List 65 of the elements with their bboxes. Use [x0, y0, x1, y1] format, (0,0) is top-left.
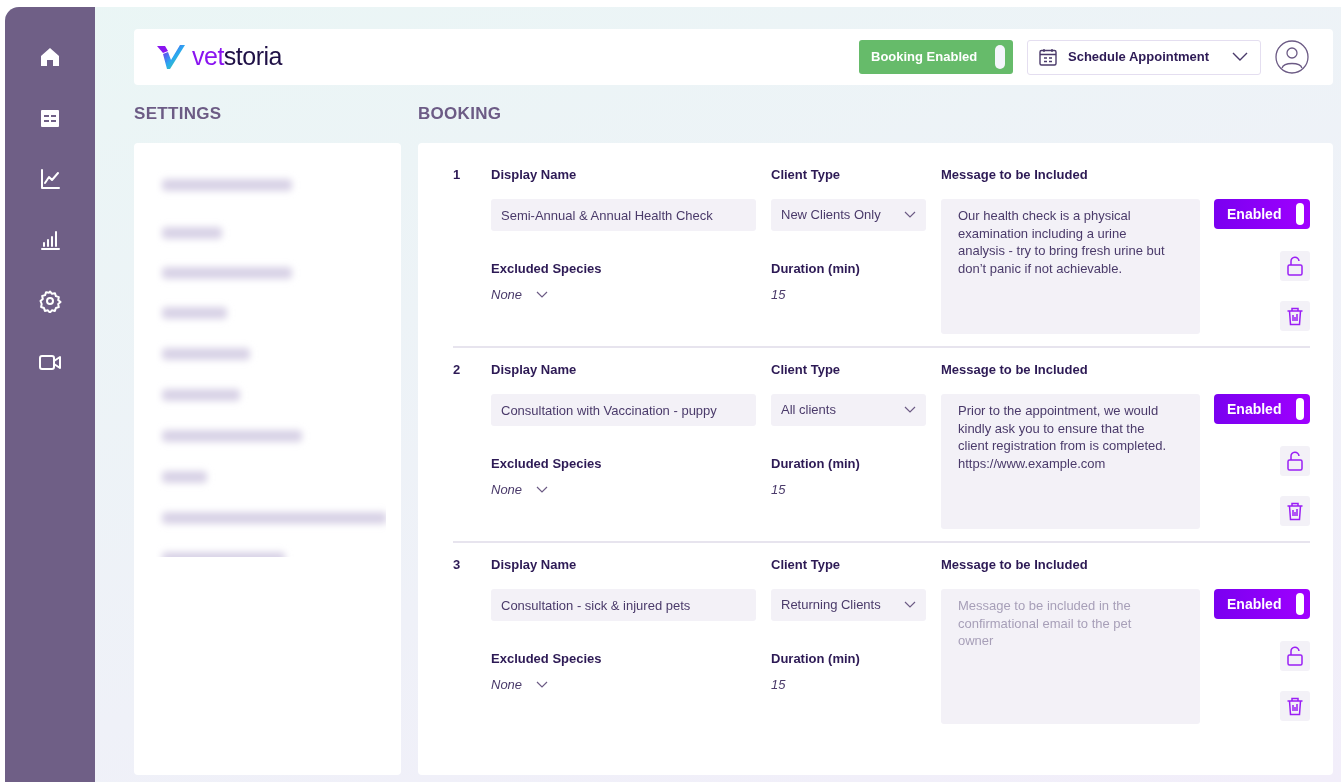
trash-icon	[1286, 696, 1304, 716]
unlock-button[interactable]	[1280, 446, 1310, 476]
settings-title: SETTINGS	[134, 103, 222, 126]
row-number: 3	[453, 557, 461, 572]
chevron-down-icon	[904, 601, 916, 609]
species-dropdown[interactable]: None	[491, 285, 549, 305]
row-number: 2	[453, 362, 461, 377]
padlock-icon	[1286, 646, 1304, 666]
field-label: Client Type	[771, 556, 842, 573]
trash-icon	[1286, 306, 1304, 326]
trash-icon	[1286, 501, 1304, 521]
enabled-toggle[interactable]: Enabled	[1214, 199, 1310, 229]
unlock-button[interactable]	[1280, 251, 1310, 281]
delete-button[interactable]	[1280, 691, 1310, 721]
enabled-toggle[interactable]: Enabled	[1214, 394, 1310, 424]
message-field[interactable]: Prior to the appointment, we would kindly ask you to ensure that the client registration from is completed. https://www.example.com	[941, 394, 1200, 529]
species-dropdown[interactable]: None	[491, 675, 549, 695]
message-field[interactable]: Message to be included in the confirmational email to the pet owner	[941, 589, 1200, 724]
padlock-icon	[1286, 256, 1304, 276]
logo-check-icon	[156, 44, 186, 70]
line-chart-icon[interactable]	[38, 167, 62, 191]
chevron-down-icon	[536, 485, 549, 494]
field-label: Excluded Species	[491, 455, 603, 472]
species-dropdown[interactable]: None	[491, 480, 549, 500]
delete-button[interactable]	[1280, 301, 1310, 331]
field-label: Duration (min)	[771, 455, 861, 472]
field-label: Message to be Included	[941, 361, 1089, 378]
chevron-down-icon	[904, 211, 916, 219]
field-label: Client Type	[771, 361, 842, 378]
duration-value: 15	[771, 287, 786, 302]
message-field[interactable]: Our health check is a physical examination including a urine analysis - try to bring fresh urine but don’t panic if not achievable.	[941, 199, 1200, 334]
field-label: Display Name	[491, 361, 578, 378]
delete-button[interactable]	[1280, 496, 1310, 526]
row-number: 1	[453, 167, 461, 182]
client-type-select[interactable]: All clients	[771, 394, 926, 426]
display-name-field[interactable]: Consultation - sick & injured pets	[491, 589, 756, 621]
display-name-field[interactable]: Semi-Annual & Annual Health Check	[491, 199, 756, 231]
field-label: Message to be Included	[941, 556, 1089, 573]
chevron-down-icon	[536, 680, 549, 689]
field-label: Excluded Species	[491, 260, 603, 277]
booking-title: BOOKING	[418, 103, 502, 126]
field-label: Excluded Species	[491, 650, 603, 667]
enabled-toggle[interactable]: Enabled	[1214, 589, 1310, 619]
field-label: Client Type	[771, 166, 842, 183]
avatar-icon[interactable]	[1275, 40, 1309, 74]
client-type-select[interactable]: New Clients Only	[771, 199, 926, 231]
unlock-button[interactable]	[1280, 641, 1310, 671]
bar-chart-icon[interactable]	[38, 228, 62, 252]
settings-icon[interactable]	[38, 289, 62, 313]
chevron-down-icon	[536, 290, 549, 299]
home-icon[interactable]	[38, 45, 62, 69]
logo-text: vetstoria	[192, 41, 282, 73]
field-label: Duration (min)	[771, 260, 861, 277]
field-label: Duration (min)	[771, 650, 861, 667]
chevron-down-icon	[1232, 52, 1248, 62]
schedule-dropdown[interactable]: Schedule Appointment	[1027, 39, 1261, 75]
field-label: Display Name	[491, 166, 578, 183]
duration-value: 15	[771, 482, 786, 497]
display-name-field[interactable]: Consultation with Vaccination - puppy	[491, 394, 756, 426]
field-label: Message to be Included	[941, 166, 1089, 183]
chevron-down-icon	[904, 406, 916, 414]
client-type-select[interactable]: Returning Clients	[771, 589, 926, 621]
field-label: Display Name	[491, 556, 578, 573]
padlock-icon	[1286, 451, 1304, 471]
duration-value: 15	[771, 677, 786, 692]
